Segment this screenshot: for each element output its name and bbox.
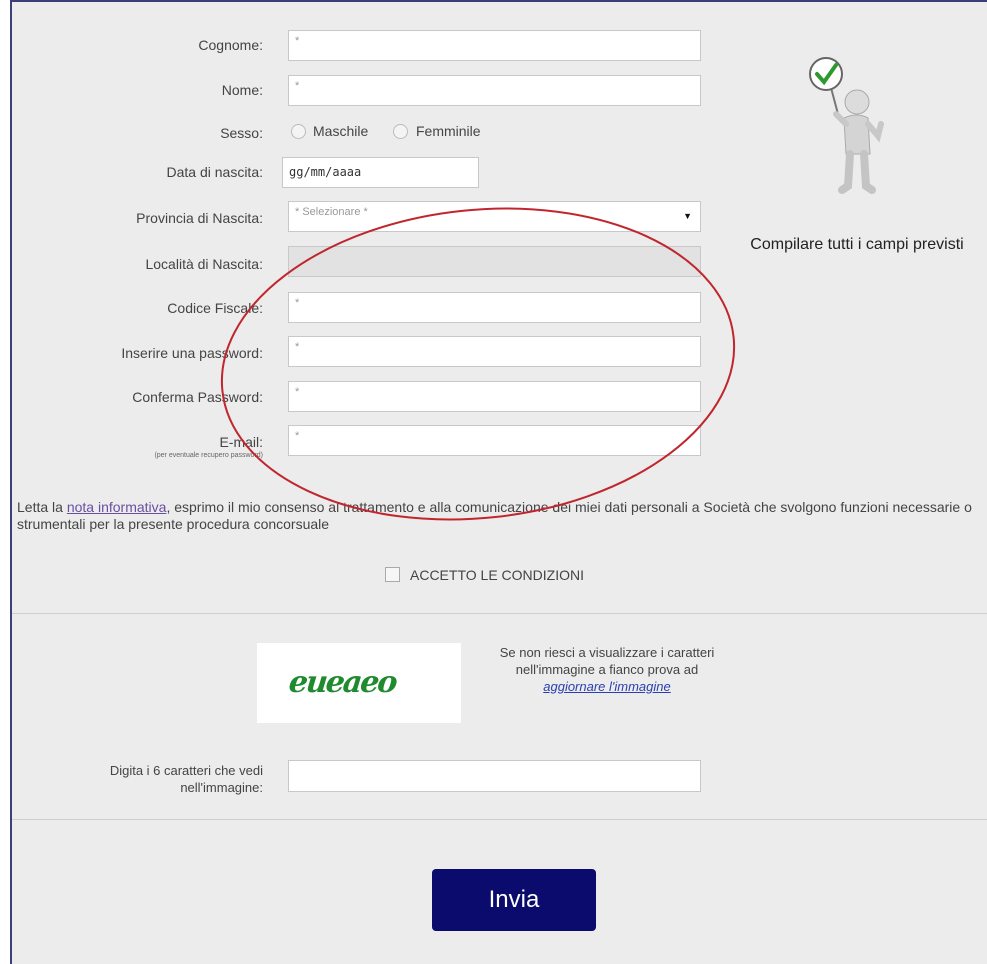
divider	[12, 819, 987, 820]
captcha-text: eueaeo	[287, 665, 398, 700]
provincia-select[interactable]: * Selezionare * ▼	[288, 201, 701, 232]
email-note: (per eventuale recupero password)	[154, 452, 263, 459]
password-field[interactable]: *	[288, 336, 701, 367]
label-sesso: Sesso:	[220, 125, 263, 141]
radio-label-femminile: Femminile	[416, 123, 481, 139]
cognome-field[interactable]: *	[288, 30, 701, 61]
refresh-captcha-link[interactable]: aggiornare l'immagine	[543, 679, 671, 694]
accept-checkbox[interactable]	[385, 567, 400, 582]
radio-maschile[interactable]	[291, 124, 306, 139]
radio-femminile[interactable]	[393, 124, 408, 139]
consent-text: Letta la nota informativa, esprimo il mi…	[17, 499, 987, 533]
captcha-help-text: Se non riesci a visualizzare i caratteri…	[499, 645, 715, 677]
nome-field[interactable]: *	[288, 75, 701, 106]
side-note: Compilare tutti i campi previsti	[750, 236, 964, 253]
birth-date-input[interactable]: gg/mm/aaaa	[282, 157, 479, 188]
label-localita: Località di Nascita:	[145, 256, 263, 272]
dropdown-arrow-icon: ▼	[683, 211, 692, 221]
radio-label-maschile: Maschile	[313, 123, 369, 139]
registration-form: Cognome: * Nome: * Sesso: Maschile Femmi…	[10, 0, 987, 964]
label-data-nascita: Data di nascita:	[166, 164, 264, 180]
divider	[12, 613, 987, 614]
label-codice-fiscale: Codice Fiscale:	[167, 300, 263, 316]
label-provincia: Provincia di Nascita:	[136, 210, 263, 226]
localita-field	[288, 246, 701, 277]
captcha-input-label: Digita i 6 caratteri che vedi nell'immag…	[109, 763, 263, 795]
label-email: E-mail:	[219, 434, 263, 450]
label-conferma-password: Conferma Password:	[132, 389, 263, 405]
provincia-selected-value: * Selezionare *	[295, 206, 368, 218]
label-password: Inserire una password:	[121, 345, 263, 361]
thumbs-up-figure-icon	[809, 57, 884, 194]
email-field[interactable]: *	[288, 425, 701, 456]
label-cognome: Cognome:	[198, 37, 263, 53]
captcha-help: Se non riesci a visualizzare i caratteri…	[477, 644, 737, 695]
submit-button[interactable]: Invia	[432, 869, 596, 931]
nota-informativa-link[interactable]: nota informativa	[67, 499, 167, 515]
captcha-image: eueaeo	[257, 643, 461, 723]
codice-fiscale-field[interactable]: *	[288, 292, 701, 323]
captcha-input[interactable]	[288, 760, 701, 792]
accept-label: ACCETTO LE CONDIZIONI	[410, 567, 584, 583]
confirm-password-field[interactable]: *	[288, 381, 701, 412]
label-nome: Nome:	[221, 82, 263, 98]
consent-prefix: Letta la	[17, 499, 67, 515]
